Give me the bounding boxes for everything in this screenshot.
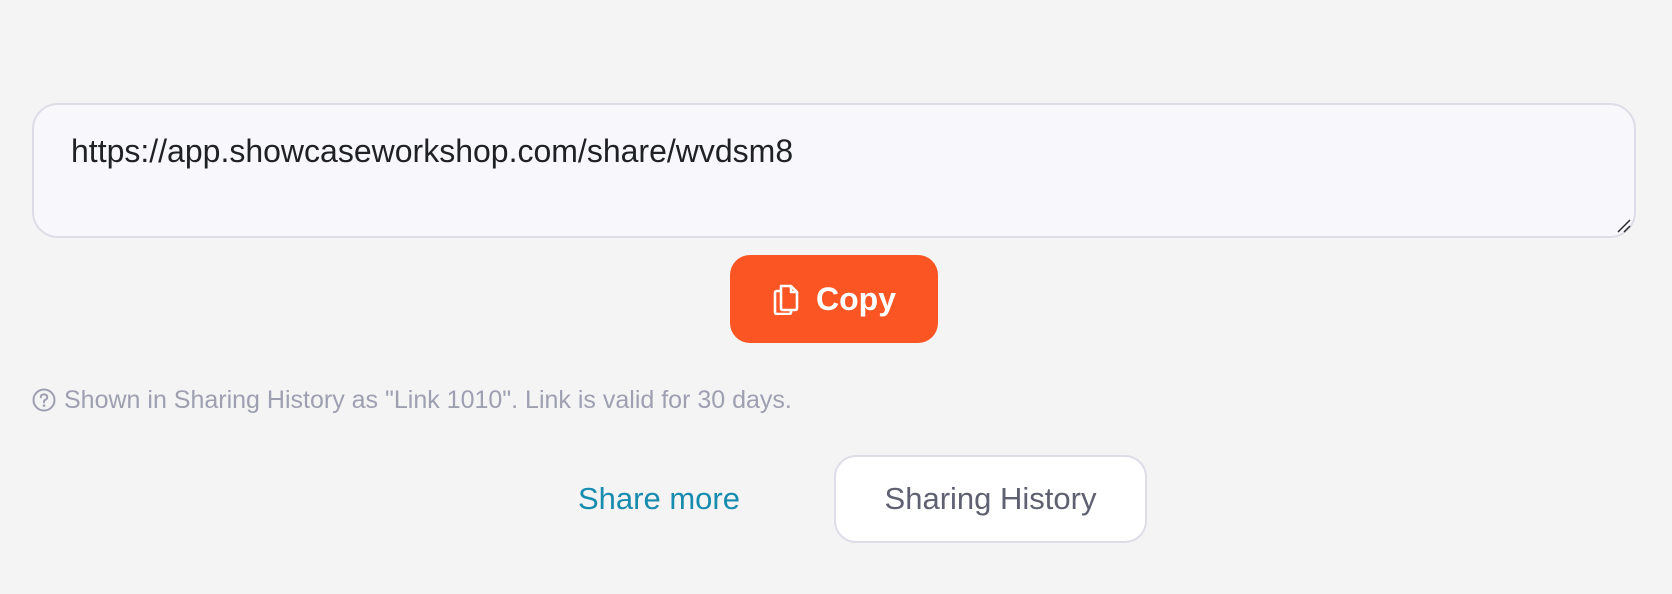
resize-grip-icon[interactable] — [1617, 219, 1631, 233]
share-info: Shown in Sharing History as "Link 1010".… — [32, 385, 1636, 415]
share-info-text: Shown in Sharing History as "Link 1010".… — [64, 386, 792, 414]
share-panel: https://app.showcaseworkshop.com/share/w… — [32, 103, 1636, 543]
sharing-history-label: Sharing History — [884, 481, 1097, 516]
sharing-history-button[interactable]: Sharing History — [834, 455, 1147, 543]
question-circle-icon — [32, 388, 56, 412]
copy-icon — [772, 283, 800, 315]
share-more-link[interactable]: Share more — [578, 455, 740, 543]
copy-row: Copy — [32, 255, 1636, 343]
copy-button-label: Copy — [816, 280, 896, 317]
share-link-textarea[interactable]: https://app.showcaseworkshop.com/share/w… — [32, 103, 1636, 238]
copy-button[interactable]: Copy — [730, 255, 938, 343]
share-link-url[interactable]: https://app.showcaseworkshop.com/share/w… — [71, 131, 1597, 171]
actions-row: Share more Sharing History — [32, 455, 1636, 543]
